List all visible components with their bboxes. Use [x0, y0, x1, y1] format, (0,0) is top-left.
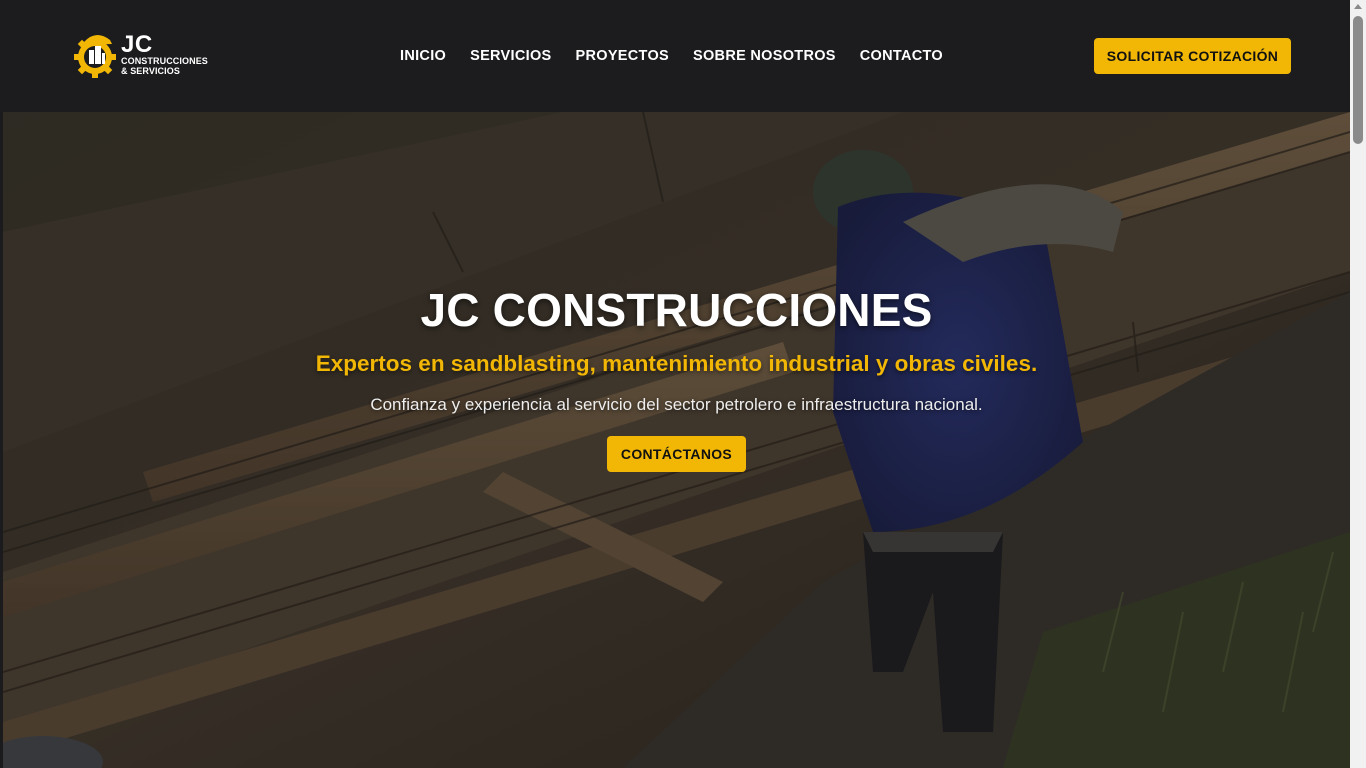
hero-subtitle: Expertos en sandblasting, mantenimiento … — [315, 351, 1038, 376]
contact-us-button[interactable]: CONTÁCTANOS — [607, 436, 746, 472]
scroll-up-arrow-icon[interactable] — [1354, 4, 1362, 9]
page: JC CONSTRUCCIONES & SERVICIOS INICIO SER… — [0, 0, 1350, 768]
hero-description: Confianza y experiencia al servicio del … — [370, 395, 983, 414]
request-quote-button[interactable]: SOLICITAR COTIZACIÓN — [1094, 38, 1291, 74]
gear-hardhat-building-icon — [74, 34, 116, 78]
scrollbar-thumb[interactable] — [1353, 16, 1363, 144]
logo-tagline-line2: & SERVICIOS — [121, 66, 180, 76]
hero-section: JC CONSTRUCCIONES Expertos en sandblasti… — [3, 112, 1350, 768]
logo-name: JC — [121, 31, 153, 58]
hero-content: JC CONSTRUCCIONES Expertos en sandblasti… — [3, 282, 1350, 472]
logo-text: JC CONSTRUCCIONES & SERVICIOS — [121, 31, 208, 77]
page-scrollbar[interactable] — [1350, 0, 1366, 768]
nav-link-contacto[interactable]: CONTACTO — [860, 47, 943, 65]
nav-link-inicio[interactable]: INICIO — [400, 47, 446, 65]
hero-title: JC CONSTRUCCIONES — [420, 284, 933, 336]
site-logo[interactable]: JC CONSTRUCCIONES & SERVICIOS — [72, 30, 212, 82]
nav-link-proyectos[interactable]: PROYECTOS — [576, 47, 669, 65]
site-header: JC CONSTRUCCIONES & SERVICIOS INICIO SER… — [0, 0, 1350, 112]
nav-link-servicios[interactable]: SERVICIOS — [470, 47, 551, 65]
logo-tagline-line1: CONSTRUCCIONES — [121, 56, 208, 66]
nav-link-sobre-nosotros[interactable]: SOBRE NOSOTROS — [693, 47, 836, 65]
main-nav: INICIO SERVICIOS PROYECTOS SOBRE NOSOTRO… — [400, 47, 943, 65]
